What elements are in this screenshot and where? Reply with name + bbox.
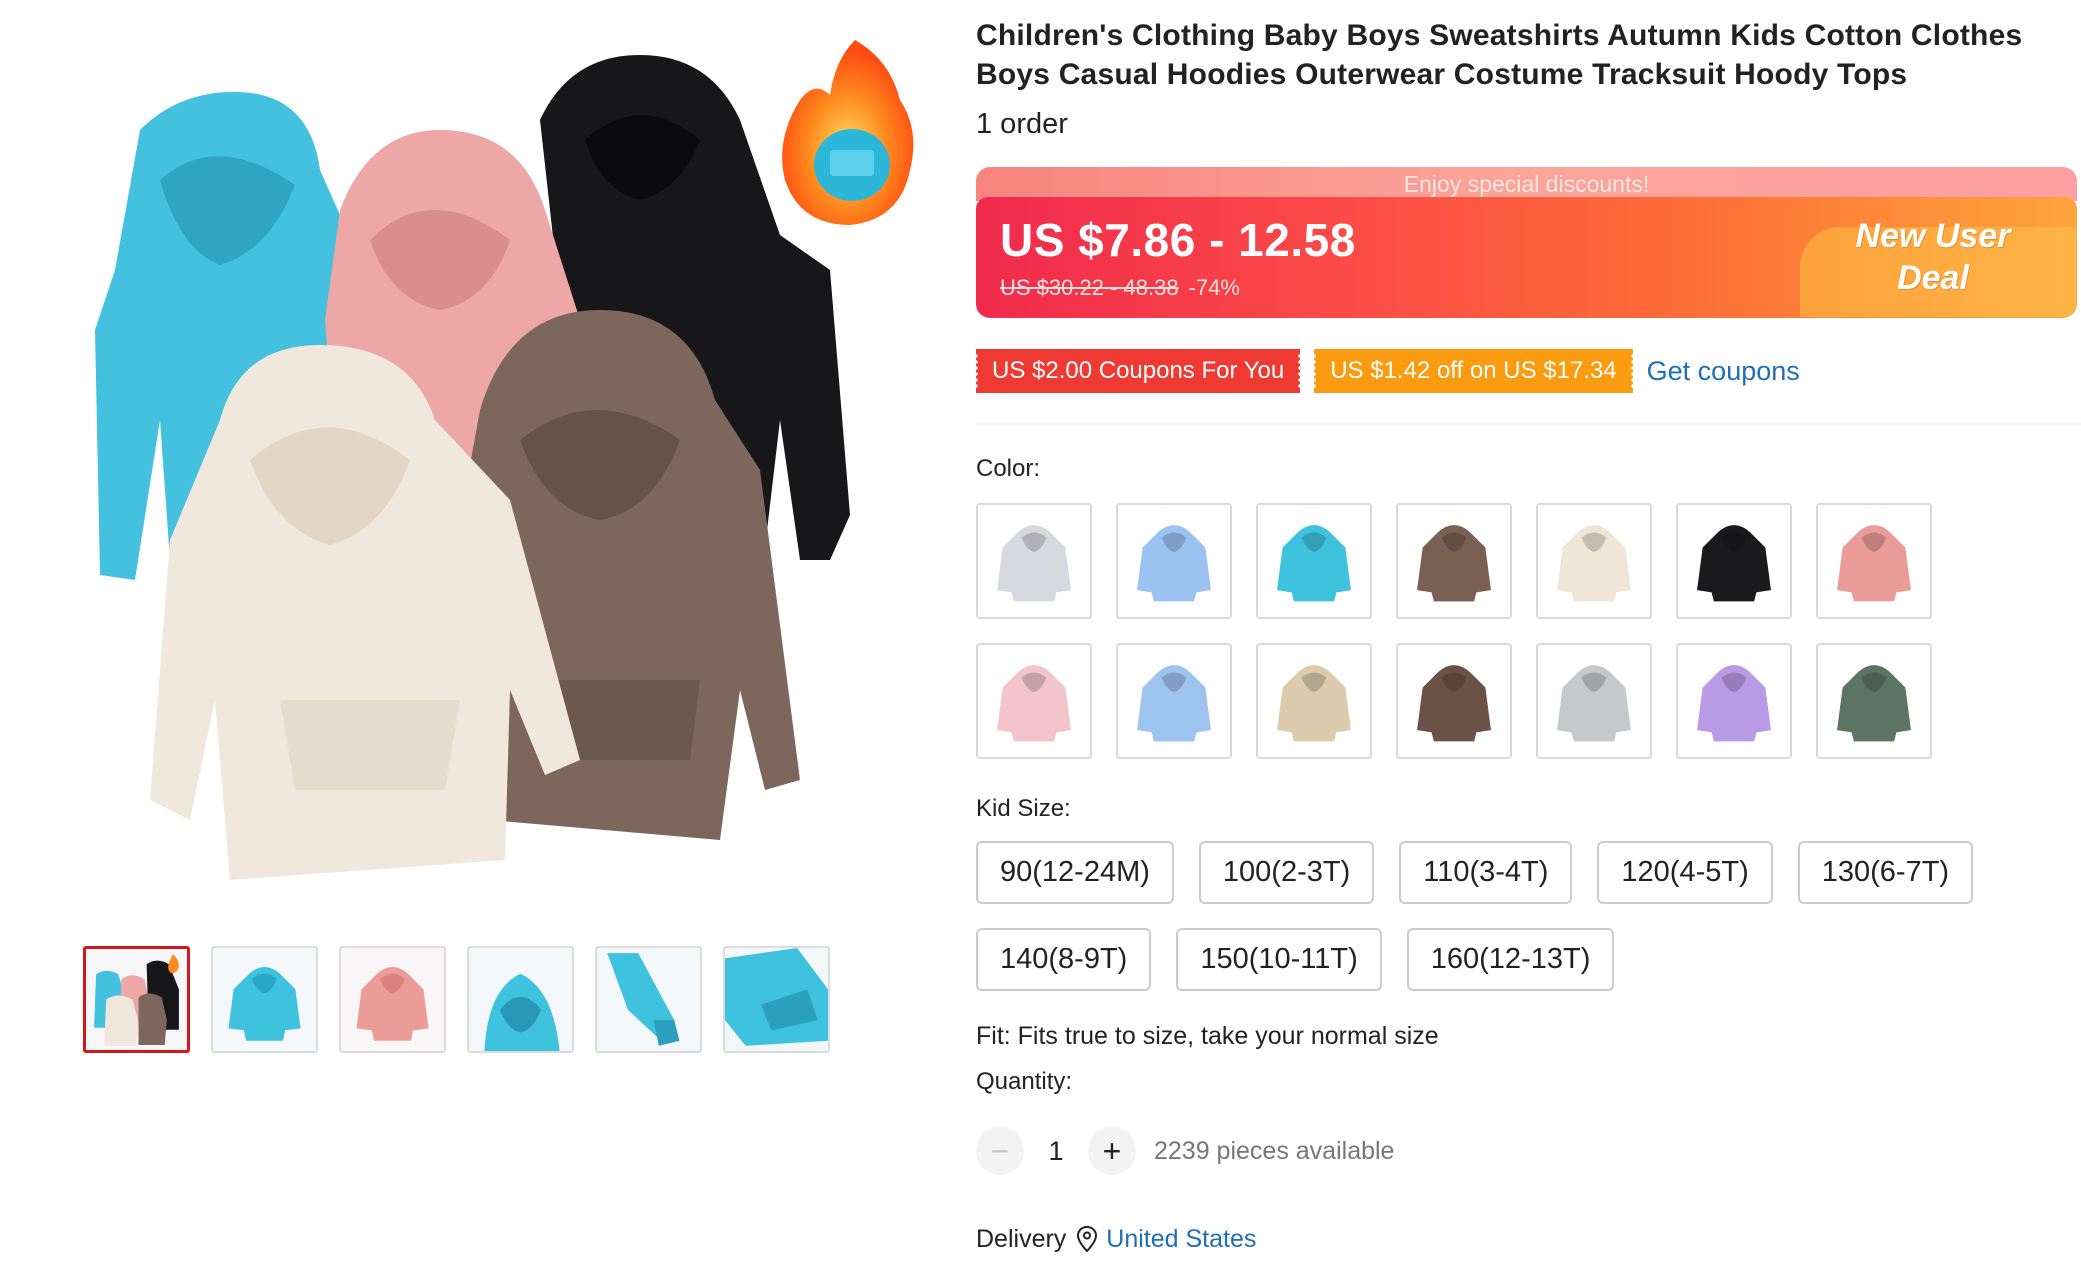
thumbnail-strip (83, 946, 830, 1054)
hoodie-sky-blue-icon (1277, 525, 1351, 602)
product-main-image[interactable] (40, 0, 920, 900)
hoodie-black-icon (1697, 525, 1771, 602)
color-swatch-cream[interactable] (1536, 503, 1652, 619)
quantity-value[interactable]: 1 (1024, 1136, 1088, 1167)
size-option-140[interactable]: 140(8-9T) (976, 928, 1152, 991)
price-banner: Enjoy special discounts! US $7.86 - 12.5… (976, 167, 2077, 318)
size-option-150[interactable]: 150(10-11T) (1176, 928, 1382, 991)
thumbnail-pink-front[interactable] (339, 946, 446, 1053)
hoodie-light-blue-icon (1137, 525, 1211, 602)
coupon-2-dollar[interactable]: US $2.00 Coupons For You (973, 349, 1303, 393)
hoodie-lavender-icon (1697, 665, 1771, 742)
size-option-130[interactable]: 130(6-7T) (1797, 841, 1974, 904)
color-swatch-black[interactable] (1676, 503, 1792, 619)
delivery-label: Delivery (976, 1224, 1067, 1253)
size-option-160[interactable]: 160(12-13T) (1406, 928, 1615, 991)
color-swatch-pink[interactable] (1816, 503, 1932, 619)
color-swatch-lavender[interactable] (1676, 643, 1792, 759)
hoodie-green-icon (1837, 665, 1911, 742)
original-price: US $30.22 - 48.38 (1000, 275, 1179, 300)
delivery-country-link[interactable]: United States (1106, 1225, 1256, 1254)
thumbnail-blue-hood-closeup[interactable] (467, 946, 574, 1053)
get-coupons-link[interactable]: Get coupons (1647, 356, 1800, 387)
promo-strip-text: Enjoy special discounts! (1403, 171, 1650, 197)
quantity-decrease-button[interactable]: − (976, 1127, 1024, 1175)
hoodie-light-gray-icon (997, 525, 1071, 602)
location-pin-icon (1077, 1225, 1098, 1253)
color-swatch-light-gray[interactable] (976, 503, 1092, 619)
thumbnail-blue-cuff-closeup[interactable] (595, 946, 702, 1053)
hoodie-khaki-icon (1277, 665, 1351, 742)
quantity-stepper: − 1 + 2239 pieces available (976, 1126, 1394, 1176)
size-option-90[interactable]: 90(12-24M) (976, 841, 1174, 904)
thumbnail-blue-hem-closeup[interactable] (723, 946, 830, 1053)
color-swatch-baby-pink[interactable] (976, 643, 1092, 759)
hoodie-silver-icon (1557, 665, 1631, 742)
color-swatch-silver[interactable] (1536, 643, 1652, 759)
flame-badge (782, 40, 914, 225)
original-price-row: US $30.22 - 48.38 -74% (1000, 275, 1240, 301)
hoodie-dark-brown-icon (1417, 665, 1491, 742)
color-swatch-dark-brown[interactable] (1396, 643, 1512, 759)
color-swatch-green[interactable] (1816, 643, 1932, 759)
hoodie-baby-pink-icon (997, 665, 1071, 742)
fit-note: Fit: Fits true to size, take your normal… (976, 1022, 1439, 1050)
quantity-label: Quantity: (976, 1068, 1073, 1095)
size-option-120[interactable]: 120(4-5T) (1597, 841, 1773, 904)
thumbnail-blue-front[interactable] (211, 946, 318, 1053)
current-price: US $7.86 - 12.58 (1000, 214, 1356, 266)
coupon-1-42-off[interactable]: US $1.42 off on US $17.34 (1312, 349, 1636, 393)
thumbnail-group-all-colors[interactable] (83, 946, 190, 1053)
hoodie-brown-icon (1417, 525, 1491, 602)
new-user-deal-text: New User Deal (1855, 217, 2011, 297)
color-swatch-light-blue[interactable] (1116, 503, 1232, 619)
color-swatch-sky-blue[interactable] (1256, 503, 1372, 619)
product-title: Children's Clothing Baby Boys Sweatshirt… (976, 19, 2023, 91)
color-swatch-grid (976, 503, 1966, 759)
kid-size-label: Kid Size: (976, 795, 1071, 822)
hoodie-cream-icon (1557, 525, 1631, 602)
color-swatch-brown[interactable] (1396, 503, 1512, 619)
size-option-110[interactable]: 110(3-4T) (1399, 841, 1573, 904)
stock-available: 2239 pieces available (1154, 1136, 1395, 1165)
delivery-row: Delivery United States (976, 1222, 1256, 1256)
size-option-100[interactable]: 100(2-3T) (1198, 841, 1375, 904)
coupon-row: US $2.00 Coupons For You US $1.42 off on… (973, 349, 1800, 393)
size-row-2: 140(8-9T) 150(10-11T) 160(12-13T) (976, 928, 1615, 991)
color-label: Color: (976, 455, 1041, 482)
section-divider (976, 423, 2081, 425)
size-row-1: 90(12-24M) 100(2-3T) 110(3-4T) 120(4-5T)… (976, 841, 1974, 904)
color-swatch-khaki[interactable] (1256, 643, 1372, 759)
hoodie-blue-icon (1137, 665, 1211, 742)
color-swatch-blue[interactable] (1116, 643, 1232, 759)
quantity-increase-button[interactable]: + (1088, 1127, 1136, 1175)
discount-percent: -74% (1188, 275, 1240, 300)
order-count: 1 order (976, 108, 1068, 140)
hoodie-pink-icon (1837, 525, 1911, 602)
